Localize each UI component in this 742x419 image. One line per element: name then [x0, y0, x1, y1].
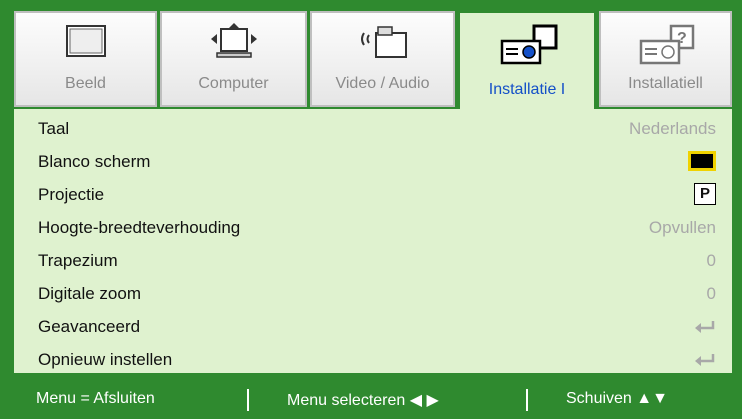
setting-label: Taal	[38, 119, 70, 138]
footer-divider	[526, 389, 528, 411]
setting-value: Nederlands	[629, 119, 716, 138]
tab-label: Installatie I	[488, 81, 566, 98]
setting-label: Digitale zoom	[38, 284, 141, 303]
setting-keystone[interactable]: Trapezium 0	[14, 245, 732, 278]
setting-label: Blanco scherm	[38, 152, 151, 171]
tab-beeld[interactable]: Beeld	[14, 11, 157, 107]
enter-icon	[695, 321, 715, 333]
enter-icon	[695, 354, 715, 366]
setting-value: 0	[706, 284, 716, 303]
tab-computer[interactable]: Computer	[160, 11, 307, 107]
footer-divider	[247, 389, 249, 411]
setting-label: Hoogte-breedteverhouding	[38, 218, 241, 237]
video-audio-icon	[360, 26, 407, 58]
tab-label: Beeld	[65, 75, 106, 92]
tab-video-audio[interactable]: Video / Audio	[310, 11, 455, 107]
tab-bar: Beeld Computer Video / Audio Installatie…	[14, 11, 732, 111]
setting-language[interactable]: Taal Nederlands	[14, 113, 732, 146]
setting-value: 0	[706, 251, 716, 270]
hint-scroll: Schuiven ▲▼	[566, 390, 668, 407]
tab-label: Video / Audio	[335, 75, 430, 92]
projector-settings-icon: ?	[639, 24, 694, 65]
projection-mode-icon: P	[694, 183, 716, 205]
tab-label: Installatiell	[628, 75, 703, 92]
hint-menu-select: Menu selecteren ◀ ▶	[287, 392, 439, 409]
osd-menu: Beeld Computer Video / Audio Installatie…	[0, 0, 742, 419]
setting-blank-screen[interactable]: Blanco scherm	[14, 146, 732, 179]
setting-digital-zoom[interactable]: Digitale zoom 0	[14, 278, 732, 311]
computer-icon	[210, 23, 257, 58]
projector-icon	[500, 24, 558, 65]
settings-panel: Taal Nederlands Blanco scherm Projectie …	[14, 109, 732, 373]
setting-label: Projectie	[38, 185, 105, 204]
tab-installatie-1[interactable]: Installatie I	[458, 11, 596, 111]
setting-aspect-ratio[interactable]: Hoogte-breedteverhouding Opvullen	[14, 212, 732, 245]
black-swatch-icon	[688, 151, 716, 171]
setting-projection[interactable]: Projectie P	[14, 179, 732, 212]
setting-reset[interactable]: Opnieuw instellen	[14, 344, 732, 377]
tab-installatie-2[interactable]: ? Installatiell	[599, 11, 732, 107]
setting-value: Opvullen	[648, 218, 716, 237]
hint-menu-exit: Menu = Afsluiten	[36, 390, 155, 407]
setting-label: Trapezium	[38, 251, 118, 270]
setting-advanced[interactable]: Geavanceerd	[14, 311, 732, 344]
setting-label: Opnieuw instellen	[38, 350, 173, 369]
tab-label: Computer	[198, 75, 269, 92]
footer-hint-bar: Menu = Afsluiten Menu selecteren ◀ ▶ Sch…	[0, 381, 742, 419]
setting-label: Geavanceerd	[38, 317, 141, 336]
monitor-icon	[65, 25, 106, 57]
